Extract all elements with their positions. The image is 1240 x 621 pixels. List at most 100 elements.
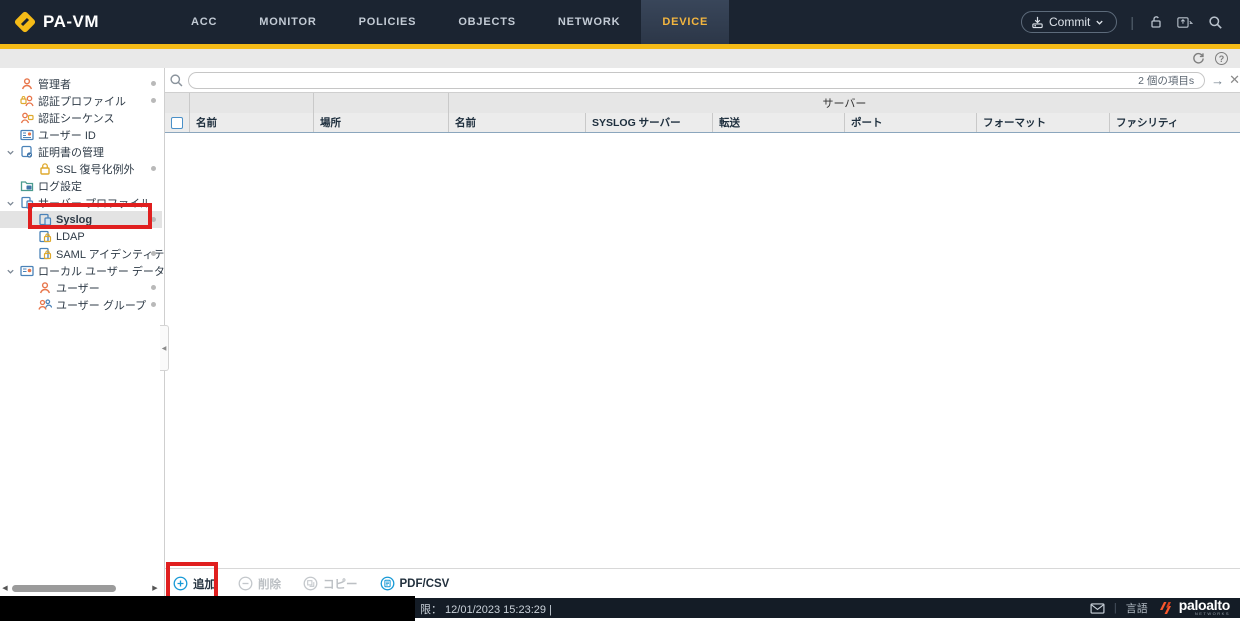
group-cell-name	[190, 93, 314, 113]
plus-circle-icon	[173, 576, 188, 591]
sidebar-item-log-settings[interactable]: ログ設定	[0, 177, 164, 194]
unlock-icon[interactable]	[1147, 14, 1164, 31]
search-icon[interactable]	[1207, 14, 1224, 31]
pa-vm-device-page: PA-VM ACC MONITOR POLICIES OBJECTS NETWO…	[0, 0, 1240, 621]
col-header-server-name[interactable]: 名前	[449, 113, 586, 132]
sidebar-item-syslog[interactable]: Syslog	[0, 211, 162, 228]
col-header-name[interactable]: 名前	[190, 113, 314, 132]
select-all-checkbox[interactable]	[171, 116, 183, 129]
user-icon	[21, 77, 33, 89]
pa-vm-logo-icon	[14, 11, 36, 33]
user-icon	[39, 281, 51, 293]
server-profile-icon	[21, 196, 34, 209]
user-id-icon	[20, 129, 34, 140]
overflow-dot	[151, 81, 156, 86]
sidebar-item-user-id[interactable]: ユーザー ID	[0, 126, 164, 143]
delete-label: 削除	[258, 578, 281, 591]
add-label: 追加	[193, 578, 216, 591]
sidebar-item-saml-identity-provider[interactable]: SAML アイデンティティ プ	[0, 245, 164, 262]
pdf-csv-label: PDF/CSV	[399, 577, 450, 590]
sidebar-item-label: ログ設定	[38, 180, 82, 193]
certificate-icon	[21, 145, 33, 158]
help-icon[interactable]: ?	[1215, 52, 1228, 65]
sidebar-item-label: LDAP	[56, 230, 85, 243]
item-count-label: 2 個の項目s	[1138, 74, 1195, 87]
sidebar-horizontal-scrollbar[interactable]: ◀ ▶	[0, 582, 160, 594]
tab-policies[interactable]: POLICIES	[338, 0, 438, 44]
export-doc-icon	[380, 576, 394, 591]
group-cell-location	[314, 93, 449, 113]
top-navigation-bar: PA-VM ACC MONITOR POLICIES OBJECTS NETWO…	[0, 0, 1240, 44]
sidebar-item-label: 証明書の管理	[38, 146, 104, 159]
scrollbar-thumb[interactable]	[12, 584, 116, 592]
tab-acc[interactable]: ACC	[170, 0, 238, 44]
sidebar-item-auth-sequence[interactable]: 認証シーケンス	[0, 109, 164, 126]
syslog-icon	[39, 213, 52, 226]
commit-button[interactable]: Commit	[1021, 11, 1118, 33]
col-header-port[interactable]: ポート	[845, 113, 977, 132]
overflow-dot	[151, 217, 156, 222]
syslog-profile-panel: 2 個の項目s → ✕ サーバー 名前 場所 名前 SYSLOG サーバー 転送…	[165, 68, 1240, 598]
sidebar-item-ldap[interactable]: LDAP	[0, 228, 164, 245]
overflow-dot	[151, 98, 156, 103]
clear-filter-icon[interactable]: ✕	[1229, 72, 1240, 88]
tasks-envelope-icon[interactable]	[1090, 602, 1105, 614]
chevron-down-icon[interactable]	[6, 199, 15, 208]
redacted-region	[0, 596, 415, 621]
commit-icon	[1032, 16, 1043, 28]
paloalto-mark-icon	[1159, 602, 1171, 614]
chevron-down-icon[interactable]	[6, 148, 15, 157]
session-expiry-text: 限： 12/01/2023 15:23:29 |	[420, 604, 552, 616]
sidebar-item-user-groups[interactable]: ユーザー グループ	[0, 296, 164, 313]
pdf-csv-button[interactable]: PDF/CSV	[380, 576, 450, 591]
group-header-server: サーバー	[822, 98, 867, 110]
sidebar-item-label: 管理者	[38, 78, 71, 91]
overflow-dot	[151, 166, 156, 171]
select-all-cell	[165, 113, 190, 132]
col-header-facility[interactable]: ファシリティ	[1110, 113, 1240, 132]
tab-network[interactable]: NETWORK	[537, 0, 641, 44]
sidebar-item-certificate-management[interactable]: 証明書の管理	[0, 143, 164, 160]
add-button[interactable]: 追加	[173, 576, 216, 592]
device-sidebar-tree: 管理者 認証プロファイル 認証シーケンス ユーザー ID 証明書の管理 SSL …	[0, 68, 165, 598]
sidebar-item-administrators[interactable]: 管理者	[0, 75, 164, 92]
search-input[interactable]: 2 個の項目s	[187, 71, 1206, 89]
topnav-actions: Commit |	[1021, 11, 1240, 33]
col-header-format[interactable]: フォーマット	[977, 113, 1110, 132]
sidebar-item-label: ローカル ユーザー データベー	[38, 265, 165, 278]
col-header-transport[interactable]: 転送	[713, 113, 845, 132]
chevron-down-icon	[1096, 20, 1104, 25]
sidebar-collapse-handle[interactable]: ◀	[160, 325, 169, 371]
lock-icon	[40, 162, 50, 175]
main-tabs: ACC MONITOR POLICIES OBJECTS NETWORK DEV…	[170, 0, 730, 44]
table-search-row: 2 個の項目s → ✕	[165, 68, 1240, 92]
commit-label: Commit	[1049, 15, 1091, 29]
user-group-icon	[38, 298, 52, 310]
sidebar-item-label: ユーザー	[56, 282, 100, 295]
sidebar-item-ssl-decrypt-exclusion[interactable]: SSL 復号化例外	[0, 160, 164, 177]
language-button[interactable]: 言語	[1126, 600, 1148, 616]
delete-button[interactable]: 削除	[238, 576, 281, 592]
tab-device[interactable]: DEVICE	[641, 0, 730, 44]
scroll-left-arrow-icon[interactable]: ◀	[0, 584, 10, 592]
copy-button[interactable]: コピー	[303, 576, 358, 592]
sidebar-item-local-user-database[interactable]: ローカル ユーザー データベー	[0, 262, 164, 279]
sidebar-item-auth-profile[interactable]: 認証プロファイル	[0, 92, 164, 109]
log-settings-icon	[20, 180, 34, 191]
scroll-right-arrow-icon[interactable]: ▶	[150, 584, 160, 592]
tab-monitor[interactable]: MONITOR	[238, 0, 337, 44]
refresh-icon[interactable]	[1191, 52, 1205, 66]
col-header-location[interactable]: 場所	[314, 113, 449, 132]
tab-objects[interactable]: OBJECTS	[437, 0, 537, 44]
table-column-header-row: 名前 場所 名前 SYSLOG サーバー 転送 ポート フォーマット ファシリテ…	[165, 113, 1240, 133]
sidebar-item-label: Syslog	[56, 213, 93, 226]
folder-export-icon[interactable]	[1177, 14, 1194, 31]
chevron-down-icon[interactable]	[6, 267, 15, 276]
sidebar-item-label: SSL 復号化例外	[56, 163, 135, 176]
apply-filter-arrow-icon[interactable]: →	[1211, 73, 1224, 88]
sidebar-item-users[interactable]: ユーザー	[0, 279, 164, 296]
sidebar-item-label: 認証プロファイル	[38, 95, 126, 108]
sidebar-item-server-profiles[interactable]: サーバー プロファイル	[0, 194, 164, 211]
col-header-syslog-server[interactable]: SYSLOG サーバー	[586, 113, 713, 132]
sidebar-item-label: SAML アイデンティティ プ	[56, 248, 164, 261]
